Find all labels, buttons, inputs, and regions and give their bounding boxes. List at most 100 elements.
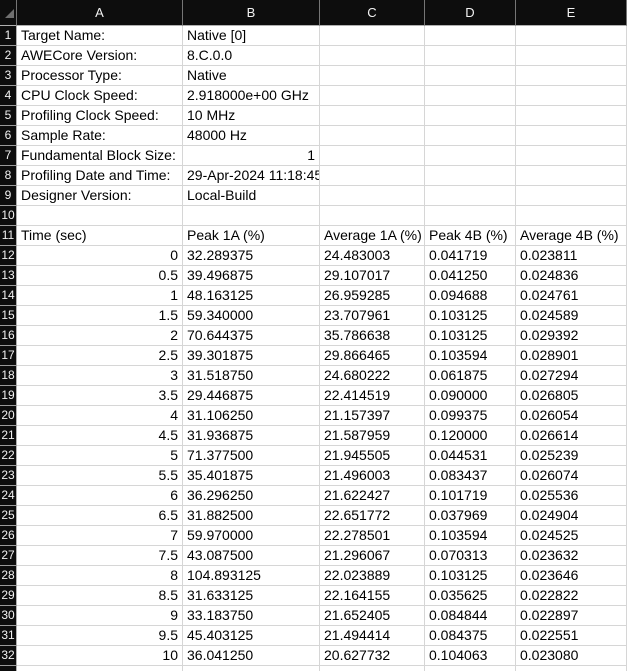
cell-B25[interactable]: 31.882500 — [183, 506, 320, 526]
row-header-19[interactable]: 19 — [0, 386, 17, 406]
cell-A20[interactable]: 4 — [17, 406, 183, 426]
column-header-A[interactable]: A — [17, 0, 183, 26]
cell-D14[interactable]: 0.094688 — [425, 286, 516, 306]
cell-C17[interactable]: 29.866465 — [320, 346, 425, 366]
cell-C33[interactable] — [320, 666, 425, 671]
cell-E21[interactable]: 0.026614 — [516, 426, 627, 446]
row-header-25[interactable]: 25 — [0, 506, 17, 526]
row-header-11[interactable]: 11 — [0, 226, 17, 246]
cell-E14[interactable]: 0.024761 — [516, 286, 627, 306]
cell-C30[interactable]: 21.652405 — [320, 606, 425, 626]
cell-A24[interactable]: 6 — [17, 486, 183, 506]
cell-B15[interactable]: 59.340000 — [183, 306, 320, 326]
cell-A25[interactable]: 6.5 — [17, 506, 183, 526]
row-header-26[interactable]: 26 — [0, 526, 17, 546]
cell-C23[interactable]: 21.496003 — [320, 466, 425, 486]
cell-C10[interactable] — [320, 206, 425, 226]
cell-B4[interactable]: 2.918000e+00 GHz — [183, 86, 320, 106]
row-header-24[interactable]: 24 — [0, 486, 17, 506]
row-header-9[interactable]: 9 — [0, 186, 17, 206]
cell-E2[interactable] — [516, 46, 627, 66]
row-header-30[interactable]: 30 — [0, 606, 17, 626]
cell-C22[interactable]: 21.945505 — [320, 446, 425, 466]
row-header-27[interactable]: 27 — [0, 546, 17, 566]
cell-D9[interactable] — [425, 186, 516, 206]
cell-B33[interactable] — [183, 666, 320, 671]
cell-D7[interactable] — [425, 146, 516, 166]
cell-E29[interactable]: 0.022822 — [516, 586, 627, 606]
cell-B21[interactable]: 31.936875 — [183, 426, 320, 446]
cell-A21[interactable]: 4.5 — [17, 426, 183, 446]
cell-C27[interactable]: 21.296067 — [320, 546, 425, 566]
cell-E13[interactable]: 0.024836 — [516, 266, 627, 286]
cell-C25[interactable]: 22.651772 — [320, 506, 425, 526]
cell-A28[interactable]: 8 — [17, 566, 183, 586]
cell-E25[interactable]: 0.024904 — [516, 506, 627, 526]
cell-C12[interactable]: 24.483003 — [320, 246, 425, 266]
row-header-5[interactable]: 5 — [0, 106, 17, 126]
cell-A16[interactable]: 2 — [17, 326, 183, 346]
row-header-33[interactable] — [0, 666, 17, 671]
cell-B23[interactable]: 35.401875 — [183, 466, 320, 486]
cell-D17[interactable]: 0.103594 — [425, 346, 516, 366]
cell-A11[interactable]: Time (sec) — [17, 226, 183, 246]
cell-C6[interactable] — [320, 126, 425, 146]
cell-D20[interactable]: 0.099375 — [425, 406, 516, 426]
cell-A32[interactable]: 10 — [17, 646, 183, 666]
cell-B32[interactable]: 36.041250 — [183, 646, 320, 666]
cell-D33[interactable] — [425, 666, 516, 671]
cell-B8[interactable]: 29-Apr-2024 11:18:45 — [183, 166, 320, 186]
row-header-22[interactable]: 22 — [0, 446, 17, 466]
cell-E3[interactable] — [516, 66, 627, 86]
cell-C5[interactable] — [320, 106, 425, 126]
row-header-15[interactable]: 15 — [0, 306, 17, 326]
cell-A12[interactable]: 0 — [17, 246, 183, 266]
row-header-21[interactable]: 21 — [0, 426, 17, 446]
cell-D8[interactable] — [425, 166, 516, 186]
cell-C13[interactable]: 29.107017 — [320, 266, 425, 286]
column-header-C[interactable]: C — [320, 0, 425, 26]
cell-B28[interactable]: 104.893125 — [183, 566, 320, 586]
cell-A23[interactable]: 5.5 — [17, 466, 183, 486]
row-header-20[interactable]: 20 — [0, 406, 17, 426]
cell-E16[interactable]: 0.029392 — [516, 326, 627, 346]
row-header-31[interactable]: 31 — [0, 626, 17, 646]
cell-A9[interactable]: Designer Version: — [17, 186, 183, 206]
cell-D1[interactable] — [425, 26, 516, 46]
cell-D25[interactable]: 0.037969 — [425, 506, 516, 526]
row-header-1[interactable]: 1 — [0, 26, 17, 46]
cell-B14[interactable]: 48.163125 — [183, 286, 320, 306]
cell-C11[interactable]: Average 1A (%) — [320, 226, 425, 246]
row-header-12[interactable]: 12 — [0, 246, 17, 266]
cell-A7[interactable]: Fundamental Block Size: — [17, 146, 183, 166]
cell-C29[interactable]: 22.164155 — [320, 586, 425, 606]
cell-C9[interactable] — [320, 186, 425, 206]
cell-C26[interactable]: 22.278501 — [320, 526, 425, 546]
cell-B6[interactable]: 48000 Hz — [183, 126, 320, 146]
cell-C19[interactable]: 22.414519 — [320, 386, 425, 406]
column-header-B[interactable]: B — [183, 0, 320, 26]
cell-A4[interactable]: CPU Clock Speed: — [17, 86, 183, 106]
cell-C31[interactable]: 21.494414 — [320, 626, 425, 646]
cell-D31[interactable]: 0.084375 — [425, 626, 516, 646]
cell-E11[interactable]: Average 4B (%) — [516, 226, 627, 246]
cell-B1[interactable]: Native [0] — [183, 26, 320, 46]
cell-D16[interactable]: 0.103125 — [425, 326, 516, 346]
row-header-29[interactable]: 29 — [0, 586, 17, 606]
cell-A33[interactable] — [17, 666, 183, 671]
row-header-4[interactable]: 4 — [0, 86, 17, 106]
cell-E12[interactable]: 0.023811 — [516, 246, 627, 266]
cell-A2[interactable]: AWECore Version: — [17, 46, 183, 66]
cell-E28[interactable]: 0.023646 — [516, 566, 627, 586]
cell-A26[interactable]: 7 — [17, 526, 183, 546]
cell-D3[interactable] — [425, 66, 516, 86]
cell-A10[interactable] — [17, 206, 183, 226]
cell-B26[interactable]: 59.970000 — [183, 526, 320, 546]
row-header-3[interactable]: 3 — [0, 66, 17, 86]
cell-D13[interactable]: 0.041250 — [425, 266, 516, 286]
cell-E8[interactable] — [516, 166, 627, 186]
row-header-7[interactable]: 7 — [0, 146, 17, 166]
cell-D11[interactable]: Peak 4B (%) — [425, 226, 516, 246]
cell-A14[interactable]: 1 — [17, 286, 183, 306]
cell-E22[interactable]: 0.025239 — [516, 446, 627, 466]
